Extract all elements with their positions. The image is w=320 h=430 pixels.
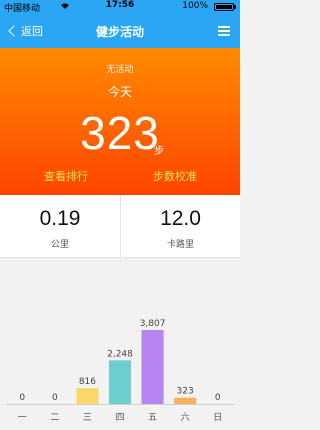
calibrate-steps-link[interactable]: 步数校准 [153, 168, 197, 184]
status-bar: 中国移动 17:56 100% [0, 0, 240, 14]
day-bar-group[interactable]: 0二 [50, 393, 59, 423]
day-bar-group[interactable]: 3,807 五 [140, 319, 166, 423]
calories-value: 12.0 [160, 207, 201, 230]
day-bar-group[interactable]: 816 三 [76, 377, 99, 423]
weekly-steps-chart: 0 一 0 二 816 三 2,248 四 3,807 五 323 六 0 日 [0, 258, 240, 426]
calories-stat: 12.0 卡路里 [120, 195, 240, 257]
day-value-label: 3,807 [140, 319, 166, 329]
menu-icon[interactable] [218, 26, 230, 36]
day-bar[interactable] [141, 330, 164, 404]
nav-bar: 返回 健步活动 [0, 14, 240, 48]
day-value-label: 2,248 [107, 349, 133, 359]
today-summary: 无活动 今天 323 步 查看排行 步数校准 [0, 48, 240, 195]
day-label: 今天 [107, 85, 132, 99]
step-count-value: 323 [80, 107, 160, 159]
day-bar[interactable] [174, 397, 197, 404]
step-count: 323 步 [0, 106, 240, 160]
page-title: 健步活动 [95, 25, 144, 39]
day-bar[interactable] [76, 388, 99, 404]
day-value-label: 0 [19, 393, 25, 403]
weekday-label: 二 [50, 413, 59, 423]
stats-panel: 0.19 公里 12.0 卡路里 [0, 195, 240, 258]
calories-label: 卡路里 [166, 240, 194, 250]
activity-status: 无活动 [106, 65, 134, 75]
day-value-label: 0 [52, 393, 58, 403]
weekday-label: 日 [213, 412, 222, 423]
day-bar-group[interactable]: 2,248 四 [107, 349, 133, 423]
distance-stat: 0.19 公里 [0, 195, 120, 257]
weekly-steps-bars: 0一0二816三2,248四3,807五323六0日 [6, 319, 234, 423]
day-value-label: 323 [177, 387, 194, 397]
battery-percent: 100% [182, 1, 208, 11]
step-count-unit: 步 [154, 146, 164, 157]
battery-icon [214, 3, 236, 11]
view-ranking-link[interactable]: 查看排行 [44, 168, 88, 184]
weekday-label: 四 [115, 413, 124, 423]
distance-value: 0.19 [39, 207, 81, 230]
distance-label: 公里 [50, 240, 69, 250]
day-bar[interactable] [109, 360, 131, 404]
weekday-label: 一 [18, 413, 27, 423]
day-bar-group[interactable]: 0一 [18, 393, 27, 423]
day-bar-group[interactable]: 0日 [213, 393, 222, 423]
day-value-label: 0 [215, 393, 221, 403]
weekday-label: 六 [181, 411, 190, 423]
day-value-label: 816 [79, 377, 96, 387]
weekday-label: 三 [83, 413, 92, 423]
weekday-label: 五 [148, 413, 157, 423]
